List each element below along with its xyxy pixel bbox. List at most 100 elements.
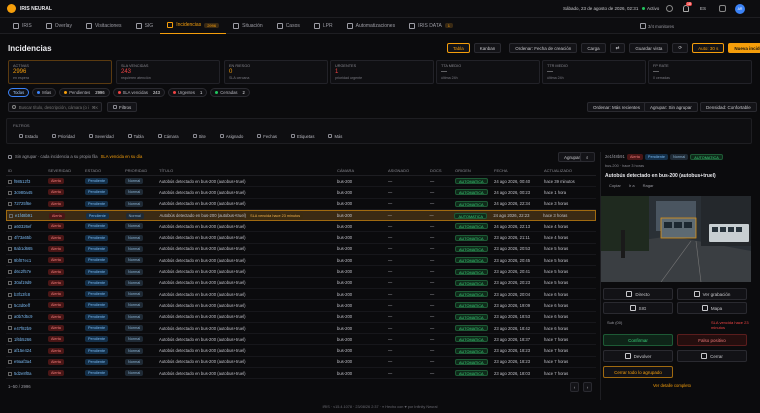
recording-button[interactable]: Ver grabación (677, 288, 747, 300)
row-checkbox[interactable] (8, 348, 12, 353)
table-row[interactable]: a0b7d5c9 Alerta Pendiente Normal Autobús det… (6, 312, 596, 323)
row-checkbox[interactable] (8, 326, 12, 331)
column-header[interactable]: ID (6, 168, 46, 173)
nav-item-sig[interactable]: SIG (129, 18, 161, 34)
next-page-button[interactable]: › (583, 382, 592, 392)
table-row[interactable]: 72725f6e Alerta Pendiente Normal Autobús det… (6, 199, 596, 210)
table-row[interactable]: 5d2e8f0a Alerta Pendiente Normal Autobús det… (6, 368, 596, 380)
confirm-button[interactable]: Confirmar (603, 334, 673, 346)
table-row[interactable]: e47f82b9 Alerta Pendiente Normal Autobús det… (6, 323, 596, 335)
settings-icon[interactable] (719, 5, 726, 12)
stat-card[interactable]: Activas 2996 en espera (8, 60, 112, 84)
column-header[interactable]: Asignado (386, 168, 428, 173)
table-row[interactable]: 30af19d9 Alerta Pendiente Normal Autobús det… (6, 278, 596, 289)
column-header[interactable]: Actualizado (542, 168, 596, 173)
nav-item-casos[interactable]: Casos (270, 18, 307, 34)
tag-link[interactable]: Ragar (643, 183, 654, 188)
row-checkbox[interactable] (8, 269, 12, 274)
nav-item-iris[interactable]: IRIS (6, 18, 39, 34)
row-checkbox[interactable] (8, 303, 12, 308)
stat-card[interactable]: TTR medio — última 24h (542, 60, 646, 84)
stat-card[interactable]: TTA medio — última 24h (436, 60, 540, 84)
live-button[interactable]: Directo (603, 288, 673, 300)
nav-item-overlay[interactable]: Overlay (39, 18, 79, 34)
row-checkbox[interactable] (8, 281, 12, 286)
nav-item-iris-data[interactable]: IRIS DATA 1 (402, 18, 460, 34)
chip-todas[interactable]: Todas (8, 88, 30, 97)
sig-button[interactable]: SIG (603, 302, 673, 314)
row-checkbox[interactable] (8, 190, 12, 195)
filter-severidad[interactable]: Severidad (85, 132, 118, 140)
table-row[interactable]: e9aaf3a4 Alerta Pendiente Normal Autobús det… (6, 357, 596, 369)
full-detail-link[interactable]: Ver detalle completo (653, 383, 691, 388)
row-checkbox[interactable] (8, 247, 12, 252)
filter-fechas[interactable]: Fechas (253, 132, 281, 140)
search-box[interactable]: ⌘K (8, 102, 102, 112)
column-header[interactable]: Origen (453, 168, 492, 173)
filter-tabla[interactable]: Tabla (124, 132, 148, 140)
table-row[interactable]: f98512f3 Alerta Pendiente Normal Autobús det… (6, 176, 596, 188)
language-switch[interactable]: ES (700, 6, 706, 11)
notice-link[interactable]: SLA vencida en su día (101, 154, 143, 159)
table-row[interactable]: 5c3d0eff Alerta Pendiente Normal Autobús det… (6, 300, 596, 312)
column-header[interactable]: Docs (428, 168, 453, 173)
nav-item-incidencias[interactable]: Incidencias 2996 (160, 18, 227, 34)
group-select[interactable]: Agrupar: Sin agrupar (644, 102, 698, 112)
row-checkbox[interactable] (8, 315, 12, 320)
chip-cerradas[interactable]: Cerradas 2 (210, 88, 250, 97)
order-select[interactable]: Ordenar: Más recientes (587, 102, 647, 112)
table-row[interactable]: a60326ef Alerta Pendiente Normal Autobús det… (6, 221, 596, 233)
magnifier-icon[interactable]: ⌕ (580, 152, 595, 162)
tab-table[interactable]: Tabla (447, 43, 470, 53)
help-icon[interactable] (666, 5, 673, 12)
row-checkbox[interactable] (8, 292, 12, 297)
row-checkbox[interactable] (8, 360, 12, 365)
column-header[interactable]: Estado (83, 168, 123, 173)
chip-sla-vencidas[interactable]: SLA vencidas 243 (112, 88, 165, 97)
stat-card[interactable]: FP rate —0 cerradas (648, 60, 752, 84)
auto-refresh-button[interactable]: Auto: 30 s (692, 43, 725, 53)
nav-item-automatizaciones[interactable]: Automatizaciones (340, 18, 402, 34)
row-checkbox[interactable] (8, 224, 12, 229)
close-button[interactable]: Cerrar (677, 350, 747, 362)
table-row[interactable]: e1f48b91 Alerta Pendiente Normal Autobús det… (6, 209, 596, 222)
map-button[interactable]: Mapa (677, 302, 747, 314)
stat-card[interactable]: Urgentes 1 prioridad urgente (330, 60, 434, 84)
filter-asignado[interactable]: Asignado (216, 132, 247, 140)
goto-link[interactable]: Ir a (629, 183, 635, 188)
filter-site[interactable]: Site (189, 132, 210, 140)
filters-button[interactable]: Filtros (107, 102, 138, 112)
stat-card[interactable]: En riesgo 0 SLA cercana (224, 60, 328, 84)
table-row[interactable]: 3c980a45 Alerta Pendiente Normal Autobús det… (6, 187, 596, 199)
filter-prioridad[interactable]: Prioridad (48, 132, 79, 140)
avatar[interactable]: AR (735, 4, 745, 14)
row-checkbox[interactable] (8, 179, 12, 184)
nav-item-visitaciones[interactable]: Visitaciones (79, 18, 129, 34)
column-header[interactable]: Título (157, 168, 335, 173)
table-row[interactable]: 4f73a65b Alerta Pendiente Normal Autobús det… (6, 232, 596, 244)
table-row[interactable]: af15e424 Alerta Pendiente Normal Autobús det… (6, 345, 596, 357)
column-header[interactable]: Prioridad (123, 168, 157, 173)
tab-kanban[interactable]: Kanban (473, 43, 502, 53)
table-row[interactable]: 9bf07ec1 Alerta Pendiente Normal Autobús det… (6, 255, 596, 267)
row-checkbox[interactable] (9, 213, 13, 218)
table-row[interactable]: 1f6b5266 Alerta Pendiente Normal Autobús det… (6, 334, 596, 346)
false-positive-button[interactable]: Falso positivo (677, 334, 747, 346)
new-incident-button[interactable]: Nueva incidencia (728, 43, 760, 53)
nav-item-situación[interactable]: Situación (226, 18, 270, 34)
close-grouped-button[interactable]: Cerrar todo lo agrupado (603, 366, 673, 378)
filter-etiquetas[interactable]: Etiquetas (287, 132, 318, 140)
chip-mías[interactable]: Mías (32, 88, 57, 97)
load-button[interactable]: Carga (581, 43, 606, 53)
copy-link[interactable]: Copiar (609, 183, 621, 188)
table-row[interactable]: b3f13fc8 Alerta Pendiente Normal Autobús det… (6, 289, 596, 301)
return-button[interactable]: Devolver (603, 350, 673, 362)
bell-icon[interactable] (683, 5, 689, 12)
row-checkbox[interactable] (8, 236, 12, 241)
table-row[interactable]: 8ab1d665 Alerta Pendiente Normal Autobús det… (6, 244, 596, 256)
stat-card[interactable]: SLA vencidas 243 requieren atención (116, 60, 220, 84)
filter-cámara[interactable]: Cámara (154, 132, 183, 140)
refresh-icon[interactable]: ⟳ (672, 43, 689, 53)
camera-snapshot[interactable] (601, 196, 751, 282)
row-checkbox[interactable] (8, 202, 12, 207)
